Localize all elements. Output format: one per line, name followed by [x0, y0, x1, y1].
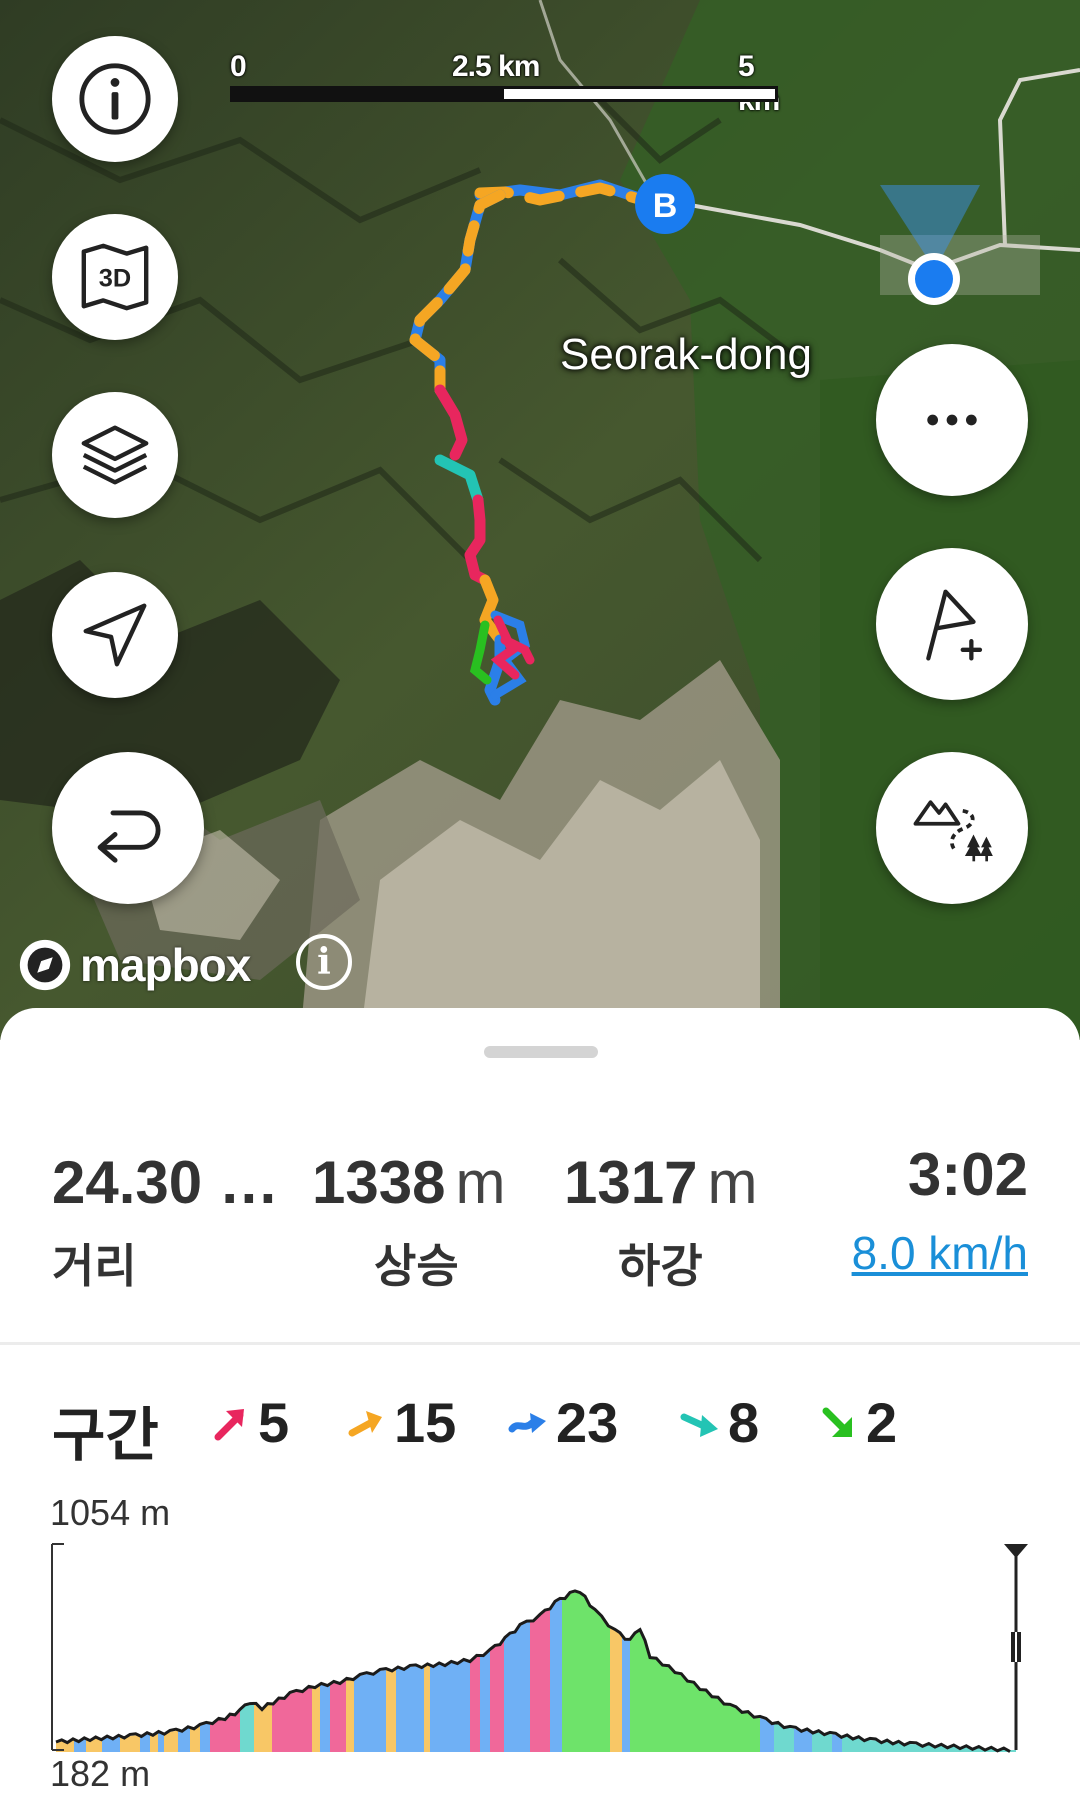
sheet-drag-handle[interactable] [484, 1046, 598, 1058]
segment-flat-count: 23 [556, 1391, 619, 1454]
segment-down: 8 [680, 1390, 759, 1455]
elevation-min-label: 182 m [50, 1753, 151, 1794]
distance-label: 거리 [52, 1240, 137, 1292]
scale-line [230, 86, 778, 102]
3d-map-button[interactable]: 3D [52, 214, 178, 340]
segment-steep-down-count: 2 [866, 1391, 898, 1454]
svg-text:3D: 3D [99, 265, 131, 293]
3d-map-icon: 3D [81, 243, 149, 311]
steep-up-arrow-icon [214, 1408, 244, 1440]
mapbox-logo: mapbox [16, 935, 251, 995]
steep-down-arrow-icon [822, 1407, 852, 1437]
descent-unit: m [707, 1149, 758, 1216]
segment-flat: 23 [508, 1390, 618, 1455]
ascent-label: 상승 [374, 1240, 459, 1292]
descent-value: 1317 m [564, 1149, 758, 1216]
attribution-info-icon[interactable]: i [296, 934, 352, 990]
segment-steep-up-count: 5 [258, 1391, 290, 1454]
scale-label-mid: 2.5 km [452, 50, 540, 83]
layers-button[interactable] [52, 392, 178, 518]
segment-up: 15 [346, 1390, 456, 1455]
descent-label: 하강 [618, 1240, 703, 1292]
layers-icon [81, 425, 149, 485]
info-icon [79, 63, 151, 135]
mapbox-logo-text: mapbox [80, 939, 251, 991]
scale-label-0: 0 [230, 50, 247, 83]
segment-down-count: 8 [728, 1391, 760, 1454]
divider [0, 1342, 1080, 1345]
mountain-trail-icon [913, 800, 993, 862]
flat-arrow-icon [508, 1412, 546, 1433]
place-name-label: Seorak-dong [560, 330, 812, 379]
scale-label-max: 5 km [738, 50, 780, 117]
ascent-unit: m [455, 1149, 506, 1216]
route-end-marker-label: B [653, 187, 678, 225]
route-details-sheet: 24.30 … 거리 1338 m 상승 1317 m 하강 3:02 8.0 km… [0, 1008, 1080, 1805]
mapbox-logo-icon [19, 939, 71, 991]
up-arrow-icon [348, 1410, 382, 1436]
segments-title: 구간 [52, 1403, 159, 1468]
segment-up-count: 15 [394, 1391, 457, 1454]
down-arrow-icon [680, 1413, 718, 1437]
info-button[interactable] [52, 36, 178, 162]
segment-steep-down: 2 [818, 1390, 897, 1455]
elevation-max-label: 1054 m [50, 1492, 171, 1533]
speed-link[interactable]: 8.0 km/h [852, 1226, 1028, 1280]
reverse-route-button[interactable] [52, 752, 204, 904]
more-options-button[interactable] [876, 344, 1028, 496]
distance-value: 24.30 … [52, 1149, 279, 1216]
elevation-profile-chart[interactable] [50, 1536, 1030, 1756]
duration-value: 3:02 [907, 1141, 1028, 1208]
more-dots-icon [927, 414, 977, 426]
locate-button[interactable] [52, 572, 178, 698]
navigation-arrow-icon [83, 603, 147, 667]
flag-plus-icon [926, 589, 983, 661]
scale-bar: 0 2.5 km 5 km [230, 50, 780, 117]
return-arrow-icon [97, 810, 161, 863]
add-waypoint-button[interactable] [876, 548, 1028, 700]
trail-poi-button[interactable] [876, 752, 1028, 904]
segment-steep-up: 5 [210, 1390, 289, 1455]
map-view[interactable]: B 0 2.5 km 5 km Seorak-dong 3D [0, 0, 1080, 1040]
ascent-value: 1338 m [312, 1149, 506, 1216]
